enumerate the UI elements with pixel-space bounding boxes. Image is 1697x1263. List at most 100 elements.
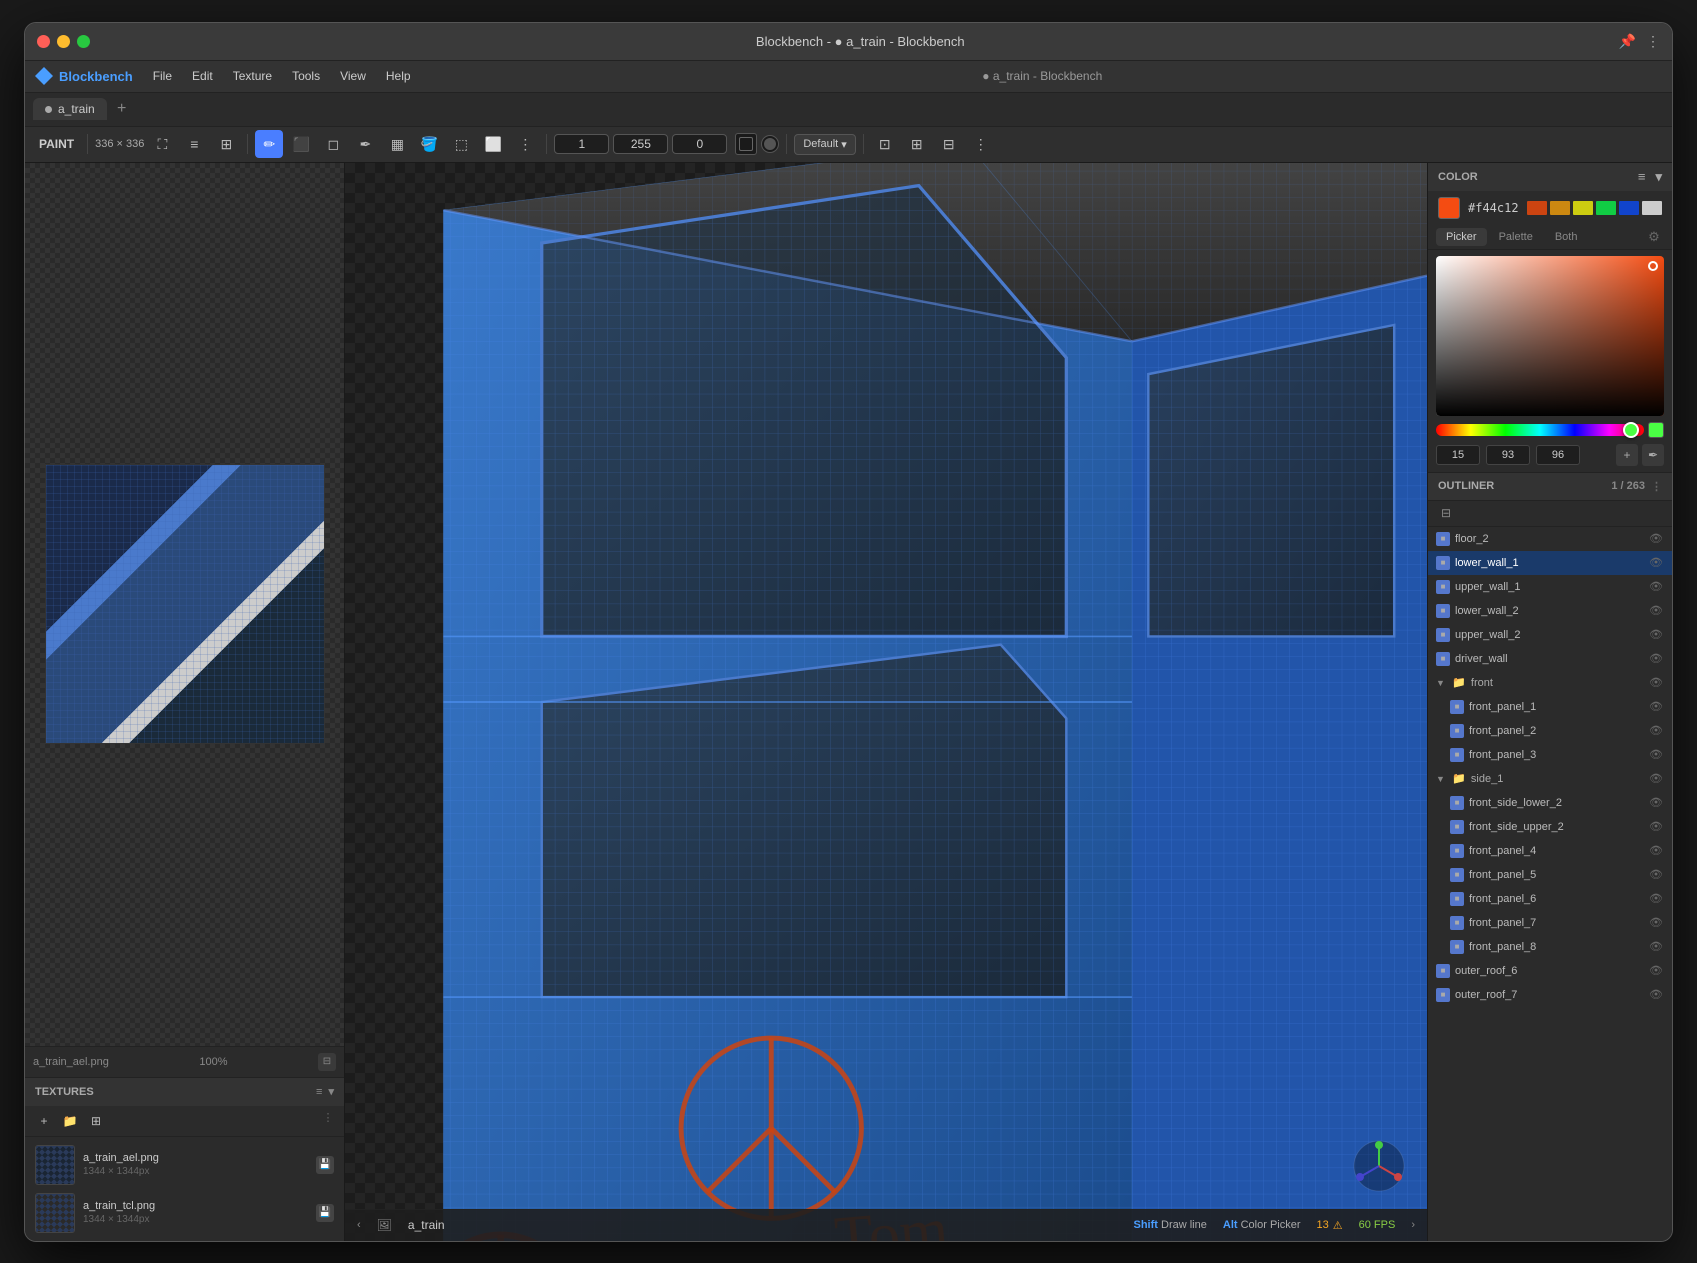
menu-file[interactable]: File [145, 66, 180, 86]
palette-swatch-6[interactable] [1642, 201, 1662, 215]
outliner-item-floor2[interactable]: ■ floor_2 👁 [1428, 527, 1672, 551]
visibility-icon[interactable]: 👁 [1648, 675, 1664, 691]
outliner-item-upperwall1[interactable]: ■ upper_wall_1 👁 [1428, 575, 1672, 599]
palette-swatch-3[interactable] [1573, 201, 1593, 215]
outliner-item-frontpanel5[interactable]: ■ front_panel_5 👁 [1442, 863, 1672, 887]
blue-input[interactable]: 96 [1536, 445, 1580, 465]
outliner-item-frontpanel1[interactable]: ■ front_panel_1 👁 [1442, 695, 1672, 719]
outliner-item-frontpanel2[interactable]: ■ front_panel_2 👁 [1442, 719, 1672, 743]
tab-both[interactable]: Both [1545, 228, 1588, 246]
tab-palette[interactable]: Palette [1489, 228, 1543, 246]
pin-icon[interactable]: 📌 [1619, 33, 1636, 50]
outliner-item-frontpanel8[interactable]: ■ front_panel_8 👁 [1442, 935, 1672, 959]
outliner-group-side1[interactable]: ▼ 📁 side_1 👁 [1428, 767, 1672, 791]
new-tab-button[interactable]: + [111, 98, 133, 120]
hue-slider[interactable] [1436, 424, 1644, 436]
visibility-icon[interactable]: 👁 [1648, 915, 1664, 931]
texture-canvas[interactable] [45, 464, 325, 744]
visibility-icon[interactable]: 👁 [1648, 651, 1664, 667]
tab-a-train[interactable]: a_train [33, 98, 107, 120]
outliner-item-frontsidelower2[interactable]: ■ front_side_lower_2 👁 [1442, 791, 1672, 815]
red-input[interactable]: 15 [1436, 445, 1480, 465]
menu-tools[interactable]: Tools [284, 66, 328, 86]
menu-texture[interactable]: Texture [225, 66, 280, 86]
brush-size-input[interactable]: 1 [554, 134, 609, 154]
outliner-item-driverwall[interactable]: ■ driver_wall 👁 [1428, 647, 1672, 671]
layout-icon[interactable]: ⊞ [212, 130, 240, 158]
outliner-item-upperwall2[interactable]: ■ upper_wall_2 👁 [1428, 623, 1672, 647]
outliner-item-lowerwall2[interactable]: ■ lower_wall_2 👁 [1428, 599, 1672, 623]
pencil-tool[interactable]: ✏ [255, 130, 283, 158]
menu-help[interactable]: Help [378, 66, 419, 86]
visibility-icon[interactable]: 👁 [1648, 819, 1664, 835]
green-input[interactable]: 93 [1486, 445, 1530, 465]
visibility-icon[interactable]: 👁 [1648, 603, 1664, 619]
overlay-tool[interactable]: ⬚ [447, 130, 475, 158]
prev-frame-btn[interactable]: ‹ [357, 1219, 361, 1231]
expand-icon[interactable]: ≡ [180, 130, 208, 158]
visibility-icon[interactable]: 👁 [1648, 699, 1664, 715]
more-tools[interactable]: ⋮ [511, 130, 539, 158]
close-button[interactable] [37, 35, 50, 48]
add-color-btn[interactable]: + [1616, 444, 1638, 466]
texture-item-ael[interactable]: a_train_ael.png 1344 × 1344px 💾 [29, 1141, 340, 1189]
visibility-icon[interactable]: 👁 [1648, 531, 1664, 547]
palette-swatch-2[interactable] [1550, 201, 1570, 215]
bucket-tool[interactable]: 🪣 [415, 130, 443, 158]
outliner-item-frontpanel6[interactable]: ■ front_panel_6 👁 [1442, 887, 1672, 911]
tab-picker[interactable]: Picker [1436, 228, 1487, 246]
gradient-tool[interactable]: ▦ [383, 130, 411, 158]
menu-icon[interactable]: ⋮ [1646, 33, 1660, 50]
more-view-options[interactable]: ⋮ [967, 130, 995, 158]
color-picker-tool[interactable]: ✒ [351, 130, 379, 158]
view-mode-btn-3[interactable]: ⊟ [935, 130, 963, 158]
collapse-panel-btn[interactable]: ⊟ [318, 1053, 336, 1071]
expand-icon[interactable]: ≡ [316, 1086, 322, 1098]
view-mode-btn-1[interactable]: ⊡ [871, 130, 899, 158]
saturation-picker[interactable] [1436, 256, 1664, 416]
outliner-item-outerroof6[interactable]: ■ outer_roof_6 👁 [1428, 959, 1672, 983]
outliner-item-frontpanel3[interactable]: ■ front_panel_3 👁 [1442, 743, 1672, 767]
foreground-color[interactable] [735, 133, 757, 155]
load-texture-btn[interactable]: 📁 [59, 1110, 81, 1132]
flow-input[interactable]: 0 [672, 134, 727, 154]
eyedropper-btn[interactable]: ✒ [1642, 444, 1664, 466]
visibility-icon[interactable]: 👁 [1648, 963, 1664, 979]
outliner-item-frontpanel4[interactable]: ■ front_panel_4 👁 [1442, 839, 1672, 863]
visibility-icon[interactable]: 👁 [1648, 987, 1664, 1003]
color-hex-swatch[interactable] [1438, 197, 1460, 219]
visibility-icon[interactable]: 👁 [1648, 555, 1664, 571]
view-mode-btn-2[interactable]: ⊞ [903, 130, 931, 158]
background-color[interactable] [761, 135, 779, 153]
visibility-icon[interactable]: 👁 [1648, 723, 1664, 739]
visibility-icon[interactable]: 👁 [1648, 867, 1664, 883]
texture-item-tcl[interactable]: a_train_tcl.png 1344 × 1344px 💾 [29, 1189, 340, 1237]
palette-swatch-1[interactable] [1527, 201, 1547, 215]
maximize-button[interactable] [77, 35, 90, 48]
texture-save-tcl[interactable]: 💾 [316, 1204, 334, 1222]
visibility-icon[interactable]: 👁 [1648, 627, 1664, 643]
opacity-input[interactable]: 255 [613, 134, 668, 154]
visibility-icon[interactable]: 👁 [1648, 771, 1664, 787]
outliner-item-outerroof7[interactable]: ■ outer_roof_7 👁 [1428, 983, 1672, 1007]
paint-canvas-content[interactable] [25, 163, 344, 1046]
chevron-down-icon[interactable]: ▾ [328, 1085, 334, 1098]
header-collapse-icon[interactable]: ▾ [1655, 169, 1662, 185]
texture-more-btn[interactable]: ⋮ [320, 1110, 336, 1126]
visibility-icon[interactable]: 👁 [1648, 795, 1664, 811]
outliner-more-btn[interactable]: ⋮ [1651, 480, 1662, 493]
outliner-item-frontsideupper2[interactable]: ■ front_side_upper_2 👁 [1442, 815, 1672, 839]
add-texture-btn[interactable]: + [33, 1110, 55, 1132]
fill-tool[interactable]: ⬛ [287, 130, 315, 158]
outliner-group-front[interactable]: ▼ 📁 front 👁 [1428, 671, 1672, 695]
visibility-icon[interactable]: 👁 [1648, 747, 1664, 763]
menu-edit[interactable]: Edit [184, 66, 221, 86]
mode-dropdown[interactable]: Default ▾ [794, 134, 855, 155]
outliner-tool-1[interactable]: ⊟ [1436, 503, 1456, 523]
visibility-icon[interactable]: 👁 [1648, 891, 1664, 907]
header-expand-icon[interactable]: ≡ [1638, 169, 1646, 185]
next-frame-btn[interactable]: › [1411, 1219, 1415, 1231]
visibility-icon[interactable]: 👁 [1648, 843, 1664, 859]
viewport[interactable]: Tom was here [345, 163, 1427, 1241]
selection-tool[interactable]: ⬜ [479, 130, 507, 158]
